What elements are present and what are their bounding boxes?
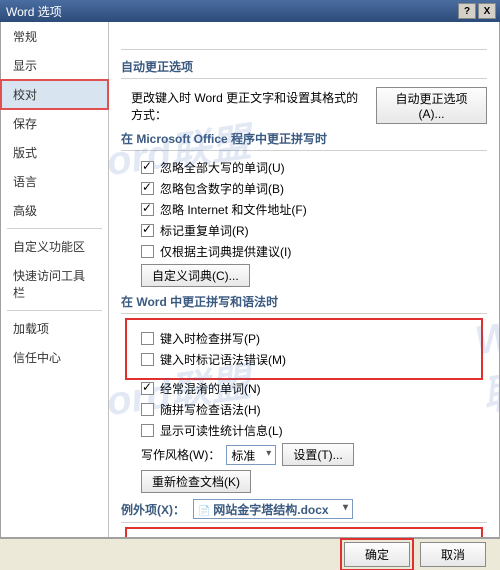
checkbox-main-dict-only[interactable] <box>141 245 154 258</box>
close-icon[interactable]: X <box>478 3 496 19</box>
section-autocorrect-title: 自动更正选项 <box>121 58 487 79</box>
label-confused-words: 经常混淆的单词(N) <box>160 380 261 397</box>
writing-style-select[interactable]: 标准 <box>226 445 276 465</box>
sidebar-item-save[interactable]: 保存 <box>1 109 108 138</box>
exceptions-document-select[interactable]: 📄 网站金字塔结构.docx <box>193 499 353 519</box>
checkbox-flag-repeated[interactable] <box>141 224 154 237</box>
label-main-dict-only: 仅根据主词典提供建议(I) <box>160 243 291 260</box>
highlighted-spellcheck-group: 键入时检查拼写(P) 键入时标记语法错误(M) <box>129 322 479 376</box>
sidebar-item-quick-access[interactable]: 快速访问工具栏 <box>1 261 108 307</box>
highlighted-exceptions-group: 只隐藏此文档中的拼写错误(S) 只隐藏此文档中的语法错误(D) <box>129 531 479 537</box>
sidebar-item-display[interactable]: 显示 <box>1 51 108 80</box>
window-title: Word 选项 <box>6 3 62 20</box>
label-ignore-uppercase: 忽略全部大写的单词(U) <box>160 159 285 176</box>
title-bar: Word 选项 ? X <box>0 0 500 22</box>
custom-dictionaries-button[interactable]: 自定义词典(C)... <box>141 264 250 287</box>
sidebar-item-general[interactable]: 常规 <box>1 22 108 51</box>
sidebar-item-trust-center[interactable]: 信任中心 <box>1 343 108 372</box>
label-check-spelling: 键入时检查拼写(P) <box>160 330 260 347</box>
autocorrect-row: 更改键入时 Word 更正文字和设置其格式的方式： 自动更正选项(A)... <box>131 87 487 124</box>
sidebar-item-proofing[interactable]: 校对 <box>1 80 108 109</box>
label-ignore-digits: 忽略包含数字的单词(B) <box>160 180 284 197</box>
checkbox-ignore-uppercase[interactable] <box>141 161 154 174</box>
help-icon[interactable]: ? <box>458 3 476 19</box>
checkbox-grammar-with-spell[interactable] <box>141 403 154 416</box>
checkbox-ignore-internet[interactable] <box>141 203 154 216</box>
label-flag-repeated: 标记重复单词(R) <box>160 222 249 239</box>
sidebar-item-customize-ribbon[interactable]: 自定义功能区 <box>1 232 108 261</box>
cancel-button[interactable]: 取消 <box>420 542 486 567</box>
writing-style-label: 写作风格(W)： <box>141 446 220 463</box>
recheck-document-button[interactable]: 重新检查文档(K) <box>141 470 251 493</box>
dialog-content: 常规 显示 校对 保存 版式 语言 高级 自定义功能区 快速访问工具栏 加载项 … <box>0 22 500 538</box>
main-panel: Word联盟 Word联盟 Word联盟 自动更正选项 更改键入时 Word 更… <box>109 22 499 537</box>
ok-button[interactable]: 确定 <box>344 542 410 567</box>
checkbox-ignore-digits[interactable] <box>141 182 154 195</box>
section-exceptions-title: 例外项(X)： 📄 网站金字塔结构.docx <box>121 499 487 523</box>
label-ignore-internet: 忽略 Internet 和文件地址(F) <box>160 201 307 218</box>
autocorrect-options-button[interactable]: 自动更正选项(A)... <box>376 87 487 124</box>
checkbox-confused-words[interactable] <box>141 382 154 395</box>
sidebar-item-addins[interactable]: 加载项 <box>1 314 108 343</box>
checkbox-readability[interactable] <box>141 424 154 437</box>
sidebar-item-advanced[interactable]: 高级 <box>1 196 108 225</box>
sidebar-item-layout[interactable]: 版式 <box>1 138 108 167</box>
label-readability: 显示可读性统计信息(L) <box>160 422 283 439</box>
sidebar: 常规 显示 校对 保存 版式 语言 高级 自定义功能区 快速访问工具栏 加载项 … <box>1 22 109 537</box>
checkbox-check-spelling[interactable] <box>141 332 154 345</box>
sidebar-item-language[interactable]: 语言 <box>1 167 108 196</box>
settings-button[interactable]: 设置(T)... <box>282 443 353 466</box>
section-word-spell-title: 在 Word 中更正拼写和语法时 <box>121 293 487 314</box>
label-grammar-with-spell: 随拼写检查语法(H) <box>160 401 261 418</box>
icon-row <box>121 28 487 50</box>
section-office-spell-title: 在 Microsoft Office 程序中更正拼写时 <box>121 130 487 151</box>
label-mark-grammar: 键入时标记语法错误(M) <box>160 351 286 368</box>
autocorrect-label: 更改键入时 Word 更正文字和设置其格式的方式： <box>131 89 370 123</box>
exceptions-label: 例外项(X)： <box>121 501 185 518</box>
checkbox-mark-grammar[interactable] <box>141 353 154 366</box>
dialog-footer: 确定 取消 <box>0 538 500 570</box>
